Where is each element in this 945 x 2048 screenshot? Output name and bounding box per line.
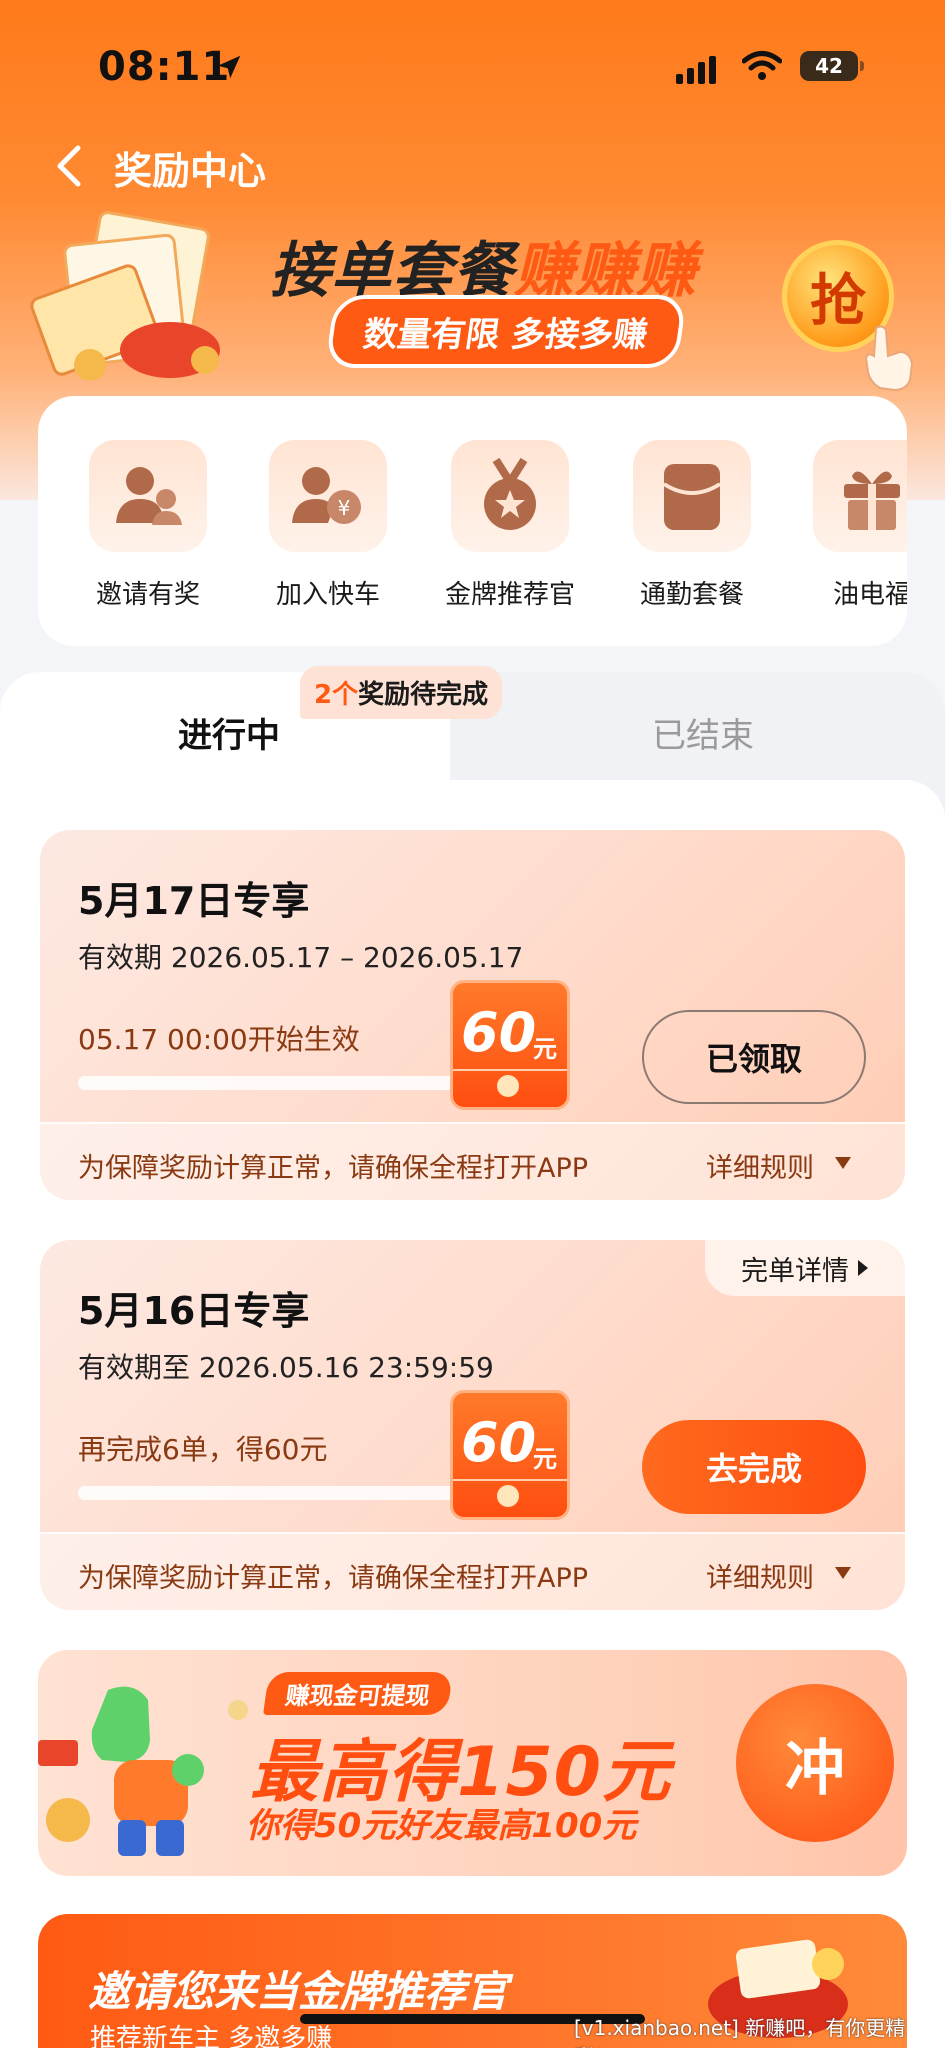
shortcut-label: 加入快车: [275, 580, 380, 610]
status-time: 08:11: [98, 44, 231, 90]
reward-title: 5月16日专享: [78, 1289, 310, 1333]
tab-ended[interactable]: 已结束: [652, 708, 754, 757]
reward-envelope: 60 元: [450, 1390, 570, 1520]
shortcut-icon-box: [633, 440, 751, 552]
reward-unit: 元: [533, 1035, 557, 1063]
invite-users-icon: [116, 467, 182, 525]
shortcut-icon-box: ¥: [269, 440, 387, 552]
shortcut-label: 邀请有奖: [95, 580, 200, 610]
pending-text: 奖励待完成: [358, 680, 489, 710]
reward-progress-text: 05.17 00:00开始生效: [78, 1023, 360, 1056]
pending-count: 2个: [314, 680, 359, 710]
location-arrow-icon: [217, 55, 241, 79]
pending-rewards-badge: 2个奖励待完成: [300, 666, 503, 719]
reward-amount: 60: [461, 1001, 537, 1064]
red-envelope-icon: [662, 464, 722, 530]
promo-go-button[interactable]: 冲: [736, 1684, 894, 1842]
reward-title: 5月17日专享: [78, 879, 310, 923]
shortcut-commute-package[interactable]: 通勤套餐: [602, 440, 782, 611]
shortcut-label: 油电福: [832, 580, 907, 610]
cellular-signal-icon: [676, 56, 716, 84]
pointing-hand-icon: [864, 325, 914, 392]
caret-right-icon: [858, 1260, 868, 1276]
gift-box-icon: [844, 471, 900, 530]
caret-down-icon[interactable]: [834, 1566, 852, 1580]
rules-link[interactable]: 详细规则: [706, 1556, 814, 1595]
reward-card: 完单详情 5月16日专享 有效期至 2026.05.16 23:59:59 再完…: [40, 1240, 905, 1610]
shortcut-icon-box: [813, 440, 907, 552]
tab-in-progress[interactable]: 进行中: [178, 708, 280, 757]
shortcut-gold-recommender[interactable]: 金牌推荐官: [420, 440, 600, 611]
referral-promo-banner[interactable]: 赚现金可提现 最高得150元 你得50元好友最高100元 冲: [38, 1650, 907, 1876]
shortcut-label: 金牌推荐官: [444, 580, 575, 610]
coupon-stack-icon: [30, 211, 220, 380]
invite-title: 邀请您来当金牌推荐官: [88, 1967, 509, 2016]
promo-tag: 赚现金可提现: [262, 1672, 454, 1715]
reward-validity: 有效期 2026.05.17 – 2026.05.17: [78, 941, 524, 974]
reward-progress-bar: [78, 1076, 498, 1090]
promo-sub-text: 你得50元好友最高100元: [246, 1806, 637, 1846]
claimed-button[interactable]: 已领取: [642, 1010, 866, 1104]
watermark-text: [v1.xianbao.net] 新赚吧，有你更精彩！: [574, 2016, 906, 2048]
battery-indicator: 42: [800, 51, 858, 81]
shortcut-label: 通勤套餐: [639, 580, 744, 610]
reward-amount: 60: [461, 1411, 537, 1474]
order-detail-label: 完单详情: [741, 1255, 849, 1287]
envelope-flap: [453, 1479, 567, 1481]
caret-down-icon[interactable]: [834, 1156, 852, 1170]
shortcut-invite[interactable]: 邀请有奖: [58, 440, 238, 611]
shortcut-fuel-benefit[interactable]: 油电福: [782, 440, 907, 611]
svg-text:¥: ¥: [338, 496, 351, 520]
reward-note: 为保障奖励计算正常，请确保全程打开APP: [78, 1563, 589, 1594]
go-complete-button[interactable]: 去完成: [642, 1420, 866, 1514]
reward-card: 5月17日专享 有效期 2026.05.17 – 2026.05.17 05.1…: [40, 830, 905, 1200]
envelope-coin-icon: [497, 1075, 519, 1097]
reward-footer: 为保障奖励计算正常，请确保全程打开APP 详细规则: [40, 1122, 905, 1200]
thumbs-up-mascot-icon: [38, 1686, 248, 1856]
reward-envelope: 60 元: [450, 980, 570, 1110]
gold-medal-icon: [484, 457, 536, 530]
invite-subtitle: 推荐新车主 多邀多赚: [90, 2024, 333, 2048]
reward-validity: 有效期至 2026.05.16 23:59:59: [78, 1351, 494, 1384]
reward-progress-text: 再完成6单，得60元: [78, 1433, 328, 1466]
battery-nub: [860, 61, 864, 71]
page-title: 奖励中心: [114, 149, 267, 193]
envelope-flap: [453, 1069, 567, 1071]
back-arrow-icon[interactable]: [50, 142, 90, 190]
shortcut-icon-box: [89, 440, 207, 552]
banner-subtitle: 数量有限 多接多赚: [324, 295, 687, 368]
reward-footer: 为保障奖励计算正常，请确保全程打开APP 详细规则: [40, 1532, 905, 1610]
rules-link[interactable]: 详细规则: [706, 1146, 814, 1185]
status-bar: 08:11 42: [0, 0, 945, 130]
order-detail-link[interactable]: 完单详情: [705, 1240, 905, 1296]
reward-note: 为保障奖励计算正常，请确保全程打开APP: [78, 1153, 589, 1184]
shortcut-icon-box: [451, 440, 569, 552]
shortcut-join-express[interactable]: ¥ 加入快车: [238, 440, 418, 611]
shortcut-card: 邀请有奖 ¥ 加入快车 金牌推荐官 通勤套餐 油电福: [38, 396, 907, 646]
reward-unit: 元: [533, 1445, 557, 1473]
join-express-icon: ¥: [292, 467, 361, 524]
envelope-coin-icon: [497, 1485, 519, 1507]
reward-progress-bar: [78, 1486, 498, 1500]
wifi-icon: [742, 51, 782, 80]
